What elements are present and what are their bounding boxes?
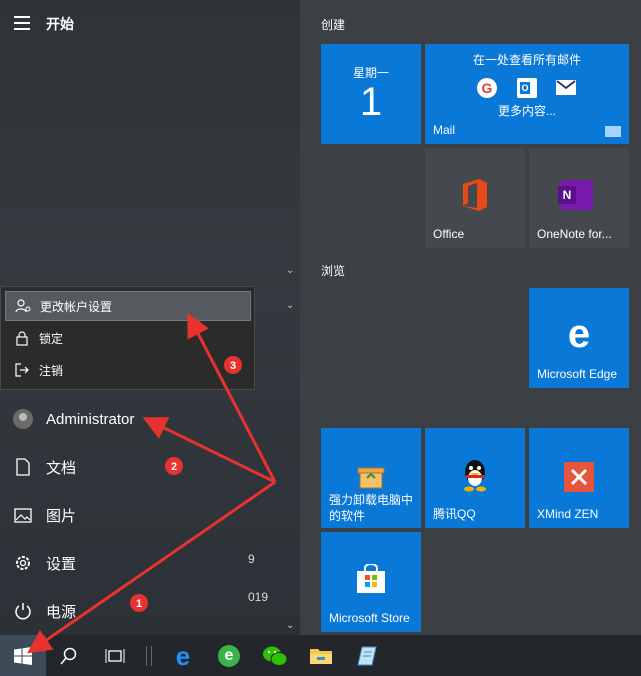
- qq-label: 腾讯QQ: [433, 507, 476, 521]
- uninstaller-box-icon: [357, 467, 385, 489]
- mail-label: Mail: [433, 123, 456, 137]
- file-explorer-taskbar-button[interactable]: [298, 635, 344, 676]
- document-icon: [16, 458, 30, 476]
- group-label-create: 创建: [321, 18, 346, 32]
- taskbar-divider: [146, 645, 152, 666]
- office-tile[interactable]: Office: [425, 148, 525, 248]
- edge-label: Microsoft Edge: [537, 367, 618, 381]
- notepad-taskbar-button[interactable]: [344, 635, 390, 676]
- mail-headline: 在一处查看所有邮件: [472, 53, 581, 67]
- hamburger-menu-icon[interactable]: [14, 16, 30, 34]
- xmind-logo-icon: [564, 462, 594, 492]
- uninstaller-label-line1: 强力卸载电脑中: [329, 493, 414, 507]
- user-account-button[interactable]: Administrator: [0, 399, 250, 439]
- calendar-date: 1: [359, 80, 383, 124]
- pictures-label: 图片: [46, 507, 77, 525]
- mail-badge-icon: [605, 126, 621, 137]
- start-button[interactable]: [0, 635, 46, 676]
- menu-item-label: 锁定: [39, 331, 64, 346]
- calendar-tile[interactable]: 星期一 1: [321, 44, 421, 144]
- sign-out-item[interactable]: 注销: [5, 355, 251, 385]
- google-icon: G: [477, 78, 497, 98]
- browser-taskbar-button[interactable]: e: [206, 635, 252, 676]
- picture-icon: [14, 507, 32, 523]
- calendar-day: 星期一: [352, 66, 389, 80]
- account-menu: 更改帐户设置 锁定 注销: [0, 286, 255, 390]
- sign-out-icon: [15, 363, 29, 377]
- search-icon: [60, 647, 77, 664]
- gear-icon: [16, 556, 30, 570]
- qq-tile[interactable]: 腾讯QQ: [425, 428, 525, 528]
- xmind-label: XMind ZEN: [537, 507, 599, 521]
- app-list-fragment: 019: [248, 590, 269, 604]
- documents-label: 文档: [46, 459, 77, 477]
- menu-item-label: 更改帐户设置: [40, 299, 113, 314]
- lock-item[interactable]: 锁定: [5, 323, 251, 353]
- store-tile[interactable]: Microsoft Store: [321, 532, 421, 632]
- power-label: 电源: [46, 603, 77, 621]
- user-name: Administrator: [46, 410, 135, 428]
- documents-button[interactable]: 文档: [0, 447, 250, 487]
- edge-icon: e: [175, 640, 191, 671]
- store-bag-icon: [357, 564, 385, 593]
- uninstaller-label-line2: 的软件: [329, 509, 366, 523]
- start-title: 开始: [46, 16, 74, 32]
- office-logo-icon: [463, 179, 487, 211]
- windows-logo-icon: [14, 646, 32, 665]
- uninstaller-tile[interactable]: 强力卸载电脑中 的软件: [321, 428, 421, 528]
- chevron-down-icon[interactable]: ⌄: [286, 620, 294, 631]
- search-button[interactable]: [46, 635, 92, 676]
- task-view-icon: [105, 648, 125, 663]
- change-account-settings-item[interactable]: 更改帐户设置: [5, 291, 251, 321]
- onenote-logo-icon: N: [558, 180, 593, 210]
- xmind-tile[interactable]: XMind ZEN: [529, 428, 629, 528]
- avatar: [13, 409, 33, 429]
- lock-icon: [16, 330, 28, 346]
- wechat-icon: [263, 646, 288, 666]
- onenote-label: OneNote for...: [537, 227, 612, 241]
- group-label-browse: 浏览: [321, 264, 346, 278]
- power-icon: [15, 603, 31, 620]
- settings-button[interactable]: 设置: [0, 543, 250, 583]
- outlook-icon: O: [517, 78, 537, 98]
- pictures-button[interactable]: 图片: [0, 495, 250, 535]
- account-settings-icon: [15, 299, 31, 313]
- notepad-icon: [357, 646, 377, 665]
- chevron-down-icon[interactable]: ⌄: [286, 300, 294, 311]
- edge-logo-icon: e: [567, 312, 591, 356]
- wechat-taskbar-button[interactable]: [252, 635, 298, 676]
- edge-tile[interactable]: e Microsoft Edge: [529, 288, 629, 388]
- green-browser-icon: e: [218, 644, 240, 667]
- qq-penguin-icon: [464, 460, 486, 492]
- mail-more: 更多内容...: [497, 104, 556, 118]
- taskbar: e e: [0, 635, 641, 676]
- onenote-tile[interactable]: N OneNote for...: [529, 148, 629, 248]
- folder-icon: [310, 648, 332, 664]
- mail-envelope-icon: [556, 80, 576, 95]
- chevron-down-icon[interactable]: ⌄: [286, 265, 294, 276]
- power-button[interactable]: 电源: [0, 591, 250, 631]
- store-label: Microsoft Store: [329, 611, 410, 625]
- office-label: Office: [433, 227, 465, 241]
- menu-item-label: 注销: [39, 363, 64, 378]
- task-view-button[interactable]: [92, 635, 138, 676]
- settings-label: 设置: [46, 555, 77, 573]
- edge-taskbar-button[interactable]: e: [160, 635, 206, 676]
- mail-tile[interactable]: 在一处查看所有邮件 G O 更多内容... Mail: [425, 44, 629, 144]
